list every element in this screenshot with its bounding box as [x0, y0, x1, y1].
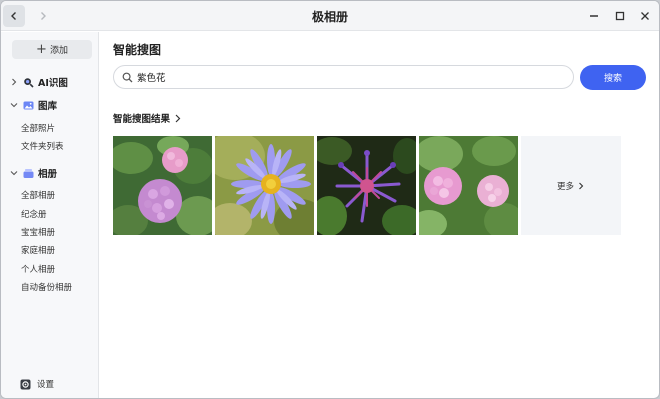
- gear-icon: [20, 379, 31, 389]
- ai-search-icon: [24, 77, 34, 88]
- album-icon: [23, 168, 34, 178]
- gallery-icon: [23, 101, 34, 109]
- close-icon: [641, 12, 649, 20]
- chevron-down-icon: [9, 169, 19, 177]
- minimize-icon: [590, 15, 598, 17]
- results-header[interactable]: 智能搜图结果: [113, 111, 182, 125]
- result-photo-aster[interactable]: [215, 136, 314, 235]
- more-label: 更多: [556, 181, 574, 192]
- app-window: 极相册 + 添加 AI识图 图库 全部照片 文件夹列表 相册 全部相册 纪念册 …: [0, 0, 660, 399]
- result-photo-spider-flower[interactable]: [317, 136, 416, 235]
- sidebar-group-ai-search[interactable]: AI识图: [9, 75, 68, 89]
- sidebar-group-label: AI识图: [38, 78, 68, 89]
- search-icon: [122, 72, 133, 82]
- chevron-right-icon: [579, 182, 584, 189]
- photo-image: [419, 136, 518, 235]
- sidebar-group-label: 相册: [38, 169, 58, 180]
- add-button[interactable]: + 添加: [12, 40, 92, 59]
- maximize-button[interactable]: [611, 7, 629, 25]
- photo-image: [215, 136, 314, 235]
- settings-label: 设置: [37, 380, 55, 390]
- photo-image: [113, 136, 212, 235]
- sidebar-item-auto-backup[interactable]: 自动备份相册: [21, 281, 72, 293]
- more-results-button[interactable]: 更多: [521, 136, 621, 235]
- main-content: 智能搜图 搜索 智能搜图结果: [100, 32, 659, 398]
- sidebar-item-all-albums[interactable]: 全部相册: [21, 189, 55, 201]
- sidebar-group-label: 图库: [38, 101, 58, 112]
- sidebar-item-memorial[interactable]: 纪念册: [21, 208, 47, 220]
- maximize-icon: [615, 11, 625, 21]
- result-photo-hydrangea-leaves[interactable]: [419, 136, 518, 235]
- chevron-down-icon: [9, 101, 19, 109]
- sidebar-group-albums[interactable]: 相册: [9, 166, 57, 180]
- sidebar-item-family[interactable]: 家庭相册: [21, 244, 55, 256]
- sidebar-item-baby[interactable]: 宝宝相册: [21, 226, 55, 238]
- results-title: 智能搜图结果: [113, 114, 171, 125]
- minimize-button[interactable]: [585, 7, 603, 25]
- sidebar-item-all-photos[interactable]: 全部照片: [21, 122, 55, 134]
- plus-icon: +: [36, 42, 47, 57]
- search-box[interactable]: [113, 65, 574, 89]
- result-photo-hydrangea[interactable]: [113, 136, 212, 235]
- page-title: 智能搜图: [113, 43, 162, 57]
- close-button[interactable]: [636, 7, 654, 25]
- chevron-right-icon: [9, 78, 19, 86]
- window-title: 极相册: [311, 10, 348, 24]
- sidebar-item-personal[interactable]: 个人相册: [21, 263, 55, 275]
- sidebar: + 添加 AI识图 图库 全部照片 文件夹列表 相册 全部相册 纪念册 宝宝相册…: [1, 32, 99, 398]
- search-input[interactable]: [137, 71, 557, 83]
- sidebar-group-gallery[interactable]: 图库: [9, 98, 57, 112]
- sidebar-item-folder-list[interactable]: 文件夹列表: [21, 140, 64, 152]
- search-button[interactable]: 搜索: [580, 65, 646, 90]
- photo-image: [317, 136, 416, 235]
- settings-button[interactable]: 设置: [20, 378, 54, 390]
- chevron-right-icon: [175, 114, 181, 122]
- add-button-label: 添加: [49, 46, 68, 56]
- title-bar: 极相册: [1, 1, 659, 31]
